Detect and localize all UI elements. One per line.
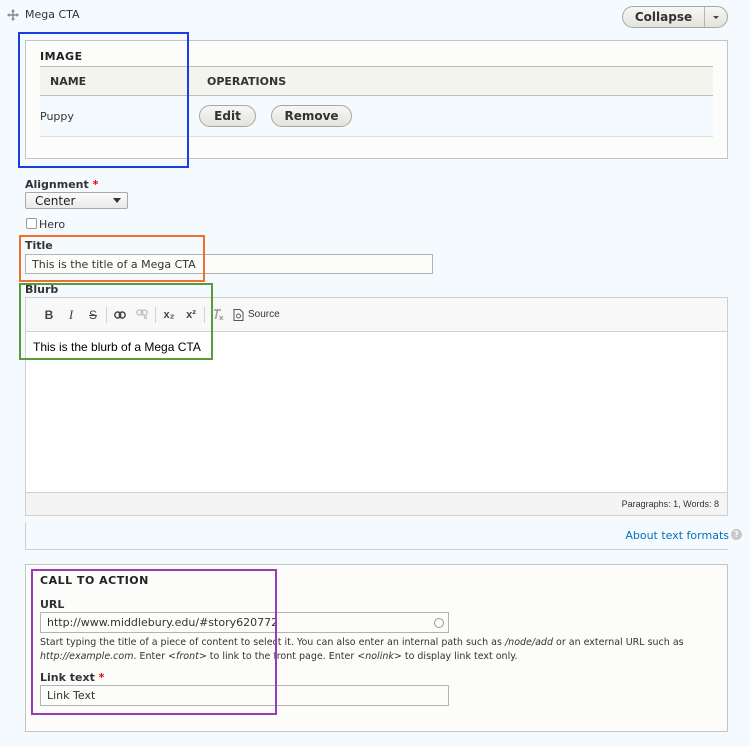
- required-marker: *: [92, 178, 99, 191]
- about-text-formats-link[interactable]: About text formats: [625, 529, 729, 542]
- desc-text: to display link text only.: [401, 651, 518, 662]
- title-label: Title: [25, 239, 53, 252]
- toolbar-separator: [204, 306, 205, 323]
- desc-text: Start typing the title of a piece of con…: [40, 637, 505, 648]
- unlink-button[interactable]: [131, 304, 153, 326]
- hero-checkbox[interactable]: [26, 218, 37, 229]
- image-legend: IMAGE: [40, 50, 83, 63]
- chevron-down-icon: [713, 15, 719, 19]
- link-text-label: Link text *: [40, 671, 104, 684]
- image-table: NAME OPERATIONS Puppy Edit Remove: [40, 66, 713, 137]
- editor-content[interactable]: This is the blurb of a Mega CTA: [26, 332, 727, 492]
- editor-toolbar: B I S x₂ x² Source: [26, 298, 727, 332]
- blurb-text: This is the blurb of a Mega CTA: [33, 340, 201, 354]
- toolbar-separator: [155, 306, 156, 323]
- desc-path-example: /node/add: [504, 637, 553, 648]
- drag-handle-icon[interactable]: [6, 8, 20, 22]
- source-label: Source: [248, 309, 280, 320]
- toolbar-separator: [106, 306, 107, 323]
- blurb-editor: B I S x₂ x² Source This is the blurb of …: [25, 297, 728, 516]
- remove-format-icon: [213, 309, 223, 321]
- strikethrough-button[interactable]: S: [82, 304, 104, 326]
- required-marker: *: [98, 671, 105, 684]
- alignment-label-text: Alignment: [25, 178, 89, 191]
- bold-button[interactable]: B: [38, 304, 60, 326]
- remove-button[interactable]: Remove: [271, 105, 352, 127]
- link-text-label-text: Link text: [40, 671, 95, 684]
- italic-button[interactable]: I: [60, 304, 82, 326]
- desc-text: or an external URL such as: [552, 637, 684, 648]
- collapse-dropbutton: Collapse: [622, 6, 728, 28]
- alignment-select[interactable]: Center: [25, 192, 128, 209]
- link-button[interactable]: [109, 304, 131, 326]
- autocomplete-throbber-icon: [434, 618, 444, 628]
- url-value: http://www.middlebury.edu/#story620772: [47, 616, 279, 629]
- cta-legend: CALL TO ACTION: [40, 574, 149, 587]
- chevron-down-icon: [113, 198, 121, 203]
- desc-text: . Enter: [133, 651, 169, 662]
- url-input[interactable]: http://www.middlebury.edu/#story620772: [40, 612, 449, 633]
- alignment-label: Alignment *: [25, 178, 98, 191]
- column-header-operations: OPERATIONS: [207, 74, 287, 88]
- desc-url-example: http://example.com: [40, 651, 134, 662]
- paragraph-title: Mega CTA: [25, 8, 80, 21]
- column-header-name: NAME: [50, 74, 87, 88]
- link-icon: [114, 310, 126, 319]
- edit-button[interactable]: Edit: [199, 105, 256, 127]
- unlink-icon: [135, 309, 148, 320]
- source-icon: [233, 308, 244, 321]
- collapse-button[interactable]: Collapse: [623, 7, 705, 27]
- desc-front-token: <front>: [168, 651, 207, 662]
- blurb-label: Blurb: [25, 283, 59, 296]
- table-header: NAME OPERATIONS: [40, 66, 713, 96]
- desc-nolink-token: <nolink>: [357, 651, 402, 662]
- remove-format-button[interactable]: [207, 304, 229, 326]
- desc-text: to link to the front page. Enter: [206, 651, 358, 662]
- text-format-wrapper: [25, 522, 728, 550]
- source-button[interactable]: Source: [229, 308, 284, 321]
- link-text-input[interactable]: Link Text: [40, 685, 449, 706]
- alignment-selected-value: Center: [35, 193, 76, 208]
- url-label: URL: [40, 598, 65, 611]
- table-row: Puppy Edit Remove: [40, 96, 713, 137]
- word-count-status: Paragraphs: 1, Words: 8: [26, 492, 727, 515]
- dropbutton-toggle[interactable]: [705, 7, 727, 27]
- superscript-button[interactable]: x²: [180, 304, 202, 326]
- image-name: Puppy: [40, 109, 74, 123]
- hero-label[interactable]: Hero: [39, 218, 65, 231]
- title-input[interactable]: This is the title of a Mega CTA: [25, 254, 433, 274]
- url-description: Start typing the title of a piece of con…: [40, 636, 710, 664]
- help-icon[interactable]: ?: [731, 529, 742, 540]
- subscript-button[interactable]: x₂: [158, 304, 180, 326]
